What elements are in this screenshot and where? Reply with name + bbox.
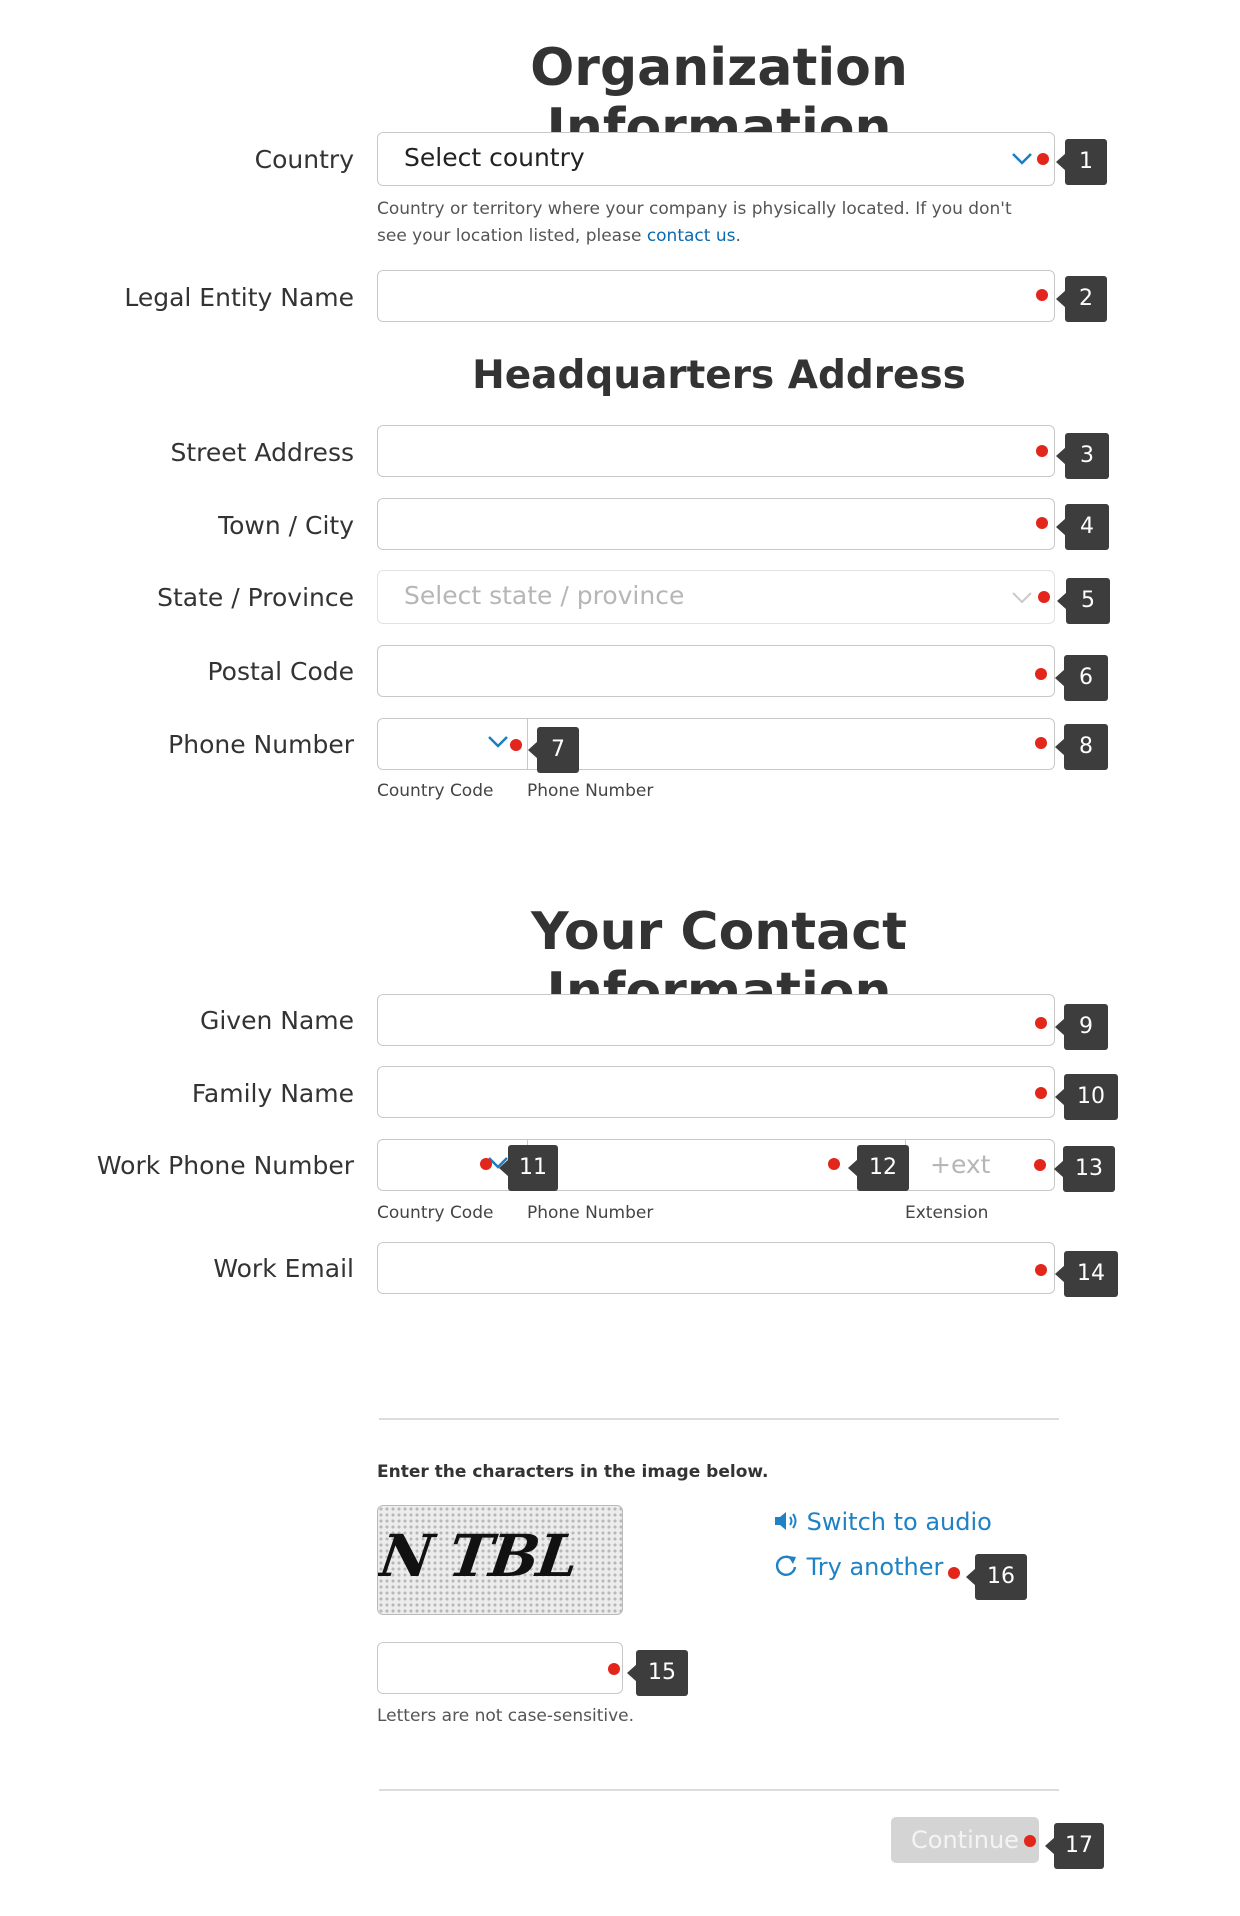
state-select-placeholder: Select state / province	[404, 581, 685, 610]
legal-entity-input[interactable]	[377, 270, 1055, 322]
required-marker-15	[608, 1663, 620, 1675]
badge-17: 17	[1045, 1823, 1104, 1869]
work-phone-label: Work Phone Number	[96, 1151, 354, 1180]
given-name-label: Given Name	[199, 1006, 354, 1035]
country-hint: Country or territory where your company …	[377, 196, 1037, 250]
switch-to-audio-link[interactable]: Switch to audio	[773, 1508, 992, 1536]
country-label: Country	[254, 145, 354, 174]
required-marker-4	[1036, 517, 1048, 529]
badge-13: 13	[1054, 1146, 1115, 1192]
captcha-image: N TBL	[377, 1505, 623, 1615]
country-select[interactable]: Select country	[377, 132, 1055, 186]
work-email-input[interactable]	[377, 1242, 1055, 1294]
city-input[interactable]	[377, 498, 1055, 550]
family-name-label: Family Name	[191, 1079, 354, 1108]
badge-11: 11	[499, 1145, 558, 1191]
required-marker-9	[1035, 1017, 1047, 1029]
badge-15: 15	[627, 1650, 688, 1696]
required-marker-6	[1035, 668, 1047, 680]
required-marker-17	[1024, 1835, 1036, 1847]
badge-7: 7	[528, 727, 579, 773]
required-marker-14	[1035, 1264, 1047, 1276]
phone-number-input[interactable]	[527, 718, 1055, 770]
phone-number-caption: Phone Number	[527, 781, 654, 801]
required-marker-3	[1036, 445, 1048, 457]
badge-2: 2	[1056, 276, 1107, 322]
family-name-input[interactable]	[377, 1066, 1055, 1118]
badge-10: 10	[1055, 1074, 1118, 1120]
phone-country-code-select[interactable]	[377, 718, 529, 770]
try-another-link[interactable]: Try another	[773, 1553, 943, 1581]
case-note: Letters are not case-sensitive.	[377, 1706, 635, 1726]
city-label: Town / City	[218, 511, 354, 540]
postal-input[interactable]	[377, 645, 1055, 697]
captcha-text: N TBL	[377, 1522, 581, 1590]
required-marker-12	[828, 1158, 840, 1170]
work-email-label: Work Email	[213, 1254, 354, 1283]
work-country-code-caption: Country Code	[377, 1203, 494, 1223]
extension-caption: Extension	[905, 1203, 989, 1223]
captcha-input[interactable]	[377, 1642, 623, 1694]
divider-top	[379, 1418, 1059, 1420]
refresh-icon	[775, 1555, 797, 1576]
divider-bottom	[379, 1789, 1059, 1791]
continue-label: Continue	[911, 1826, 1019, 1854]
required-marker-2	[1036, 289, 1048, 301]
required-marker-5	[1038, 591, 1050, 603]
required-marker-11	[480, 1158, 492, 1170]
badge-1: 1	[1056, 139, 1107, 185]
try-another-label: Try another	[806, 1553, 944, 1581]
work-phone-number-caption: Phone Number	[527, 1203, 654, 1223]
country-hint-suffix: .	[735, 226, 741, 246]
work-phone-extension-input[interactable]: +ext	[905, 1139, 1055, 1191]
required-marker-7	[510, 739, 522, 751]
chevron-down-icon	[488, 736, 508, 748]
badge-3: 3	[1056, 433, 1109, 479]
badge-9: 9	[1055, 1004, 1108, 1050]
chevron-down-icon	[1012, 153, 1032, 165]
extension-placeholder: +ext	[930, 1150, 991, 1179]
badge-4: 4	[1056, 504, 1109, 550]
required-marker-8	[1035, 737, 1047, 749]
badge-6: 6	[1055, 655, 1108, 701]
required-marker-16	[948, 1567, 960, 1579]
state-label: State / Province	[157, 583, 354, 612]
contact-us-link[interactable]: contact us	[647, 226, 736, 246]
street-input[interactable]	[377, 425, 1055, 477]
switch-to-audio-label: Switch to audio	[806, 1508, 992, 1536]
badge-12: 12	[848, 1145, 909, 1191]
required-marker-1	[1037, 153, 1049, 165]
phone-label: Phone Number	[168, 730, 354, 759]
chevron-down-icon	[1012, 592, 1032, 604]
continue-button[interactable]: Continue	[891, 1817, 1039, 1863]
badge-14: 14	[1055, 1251, 1118, 1297]
hq-section-title: Headquarters Address	[472, 353, 966, 398]
street-label: Street Address	[170, 438, 354, 467]
required-marker-10	[1035, 1087, 1047, 1099]
given-name-input[interactable]	[377, 994, 1055, 1046]
country-select-value: Select country	[404, 143, 585, 172]
legal-entity-label: Legal Entity Name	[124, 283, 354, 312]
badge-8: 8	[1055, 724, 1108, 770]
speaker-icon	[775, 1512, 797, 1530]
state-select[interactable]: Select state / province	[377, 570, 1055, 624]
captcha-instruction: Enter the characters in the image below.	[377, 1462, 769, 1482]
badge-5: 5	[1057, 578, 1110, 624]
country-code-caption: Country Code	[377, 781, 494, 801]
postal-label: Postal Code	[207, 657, 354, 686]
required-marker-13	[1034, 1159, 1046, 1171]
badge-16: 16	[966, 1554, 1027, 1600]
